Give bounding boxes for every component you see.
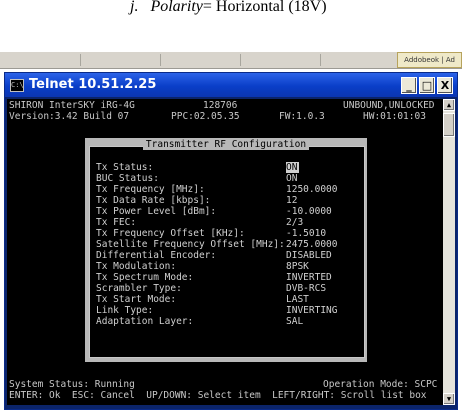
dialog-body: Tx Status: ON BUC Status: ON Tx Frequenc… <box>89 146 365 358</box>
field-label-buc-status: BUC Status: <box>96 173 159 184</box>
field-label-tx-frequency-offset: Tx Frequency Offset [KHz]: <box>96 228 245 239</box>
operation-mode: Operation Mode: SCPC <box>323 379 438 390</box>
field-value-satellite-frequency-offset[interactable]: 2475.0000 <box>286 239 337 250</box>
header-hw: HW:01:01:03 <box>363 111 426 122</box>
field-label-tx-data-rate: Tx Data Rate [kbps]: <box>96 195 211 206</box>
header-link-status: UNBOUND,UNLOCKED <box>343 100 435 111</box>
field-label-tx-fec: Tx FEC: <box>96 217 137 228</box>
header-version: Version:3.42 Build 07 <box>9 111 130 122</box>
background-segment <box>250 54 321 66</box>
header-fw: FW:1.0.3 <box>279 111 325 122</box>
background-window-strip <box>0 52 462 69</box>
caption-term: Polarity <box>150 0 203 15</box>
minimize-button[interactable]: _ <box>401 77 417 94</box>
field-value-tx-spectrum-mode[interactable]: INVERTED <box>286 272 332 283</box>
scroll-thumb[interactable] <box>443 113 455 137</box>
field-value-link-type[interactable]: INVERTING <box>286 305 337 316</box>
header-serial: 128706 <box>203 100 238 111</box>
system-status: System Status: Running <box>9 379 135 390</box>
field-value-tx-data-rate[interactable]: 12 <box>286 195 297 206</box>
background-segment <box>170 54 241 66</box>
field-label-satellite-frequency-offset: Satellite Frequency Offset [MHz]: <box>96 239 285 250</box>
window-title: Telnet 10.51.2.25 <box>29 77 157 92</box>
field-value-tx-frequency[interactable]: 1250.0000 <box>286 184 337 195</box>
field-value-tx-fec[interactable]: 2/3 <box>286 217 303 228</box>
document-caption: j. Polarity= Horizontal (18V) <box>130 0 327 15</box>
field-label-tx-modulation: Tx Modulation: <box>96 261 177 272</box>
field-value-adaptation-layer[interactable]: SAL <box>286 316 303 327</box>
caption-rest: = Horizontal (18V) <box>202 0 327 15</box>
field-value-tx-status[interactable]: ON <box>286 162 300 173</box>
field-label-tx-power-level: Tx Power Level [dBm]: <box>96 206 217 217</box>
field-value-tx-start-mode[interactable]: LAST <box>286 294 309 305</box>
close-button[interactable]: X <box>437 77 453 94</box>
scroll-up-icon[interactable]: ▲ <box>443 99 455 111</box>
field-value-differential-encoder[interactable]: DISABLED <box>286 250 332 261</box>
window-titlebar[interactable]: C:\ Telnet 10.51.2.25 _ □ X <box>5 73 457 97</box>
field-label-link-type: Link Type: <box>96 305 154 316</box>
header-product: SHIRON InterSKY iRG-4G <box>9 100 135 111</box>
scroll-down-icon[interactable]: ▼ <box>443 393 455 405</box>
field-label-scrambler-type: Scrambler Type: <box>96 283 182 294</box>
field-value-tx-modulation[interactable]: 8PSK <box>286 261 309 272</box>
console-area[interactable]: SHIRON InterSKY iRG-4G 128706 UNBOUND,UN… <box>7 99 443 405</box>
caption-index: j. <box>130 0 139 15</box>
dialog-title-text: Transmitter RF Configuration <box>142 139 310 150</box>
field-label-differential-encoder: Differential Encoder: <box>96 250 217 261</box>
field-label-adaptation-layer: Adaptation Layer: <box>96 316 194 327</box>
background-segment <box>40 54 81 66</box>
field-value-tx-power-level[interactable]: -10.0000 <box>286 206 332 217</box>
field-label-tx-spectrum-mode: Tx Spectrum Mode: <box>96 272 194 283</box>
field-value-scrambler-type[interactable]: DVB-RCS <box>286 283 326 294</box>
dialog-title: Transmitter RF Configuration <box>85 139 367 150</box>
field-label-tx-frequency: Tx Frequency [MHz]: <box>96 184 205 195</box>
field-value-buc-status[interactable]: ON <box>286 173 297 184</box>
header-ppc: PPC:02.05.35 <box>171 111 240 122</box>
vertical-scrollbar[interactable]: ▲ ▼ <box>443 99 455 405</box>
transmitter-rf-dialog: Transmitter RF Configuration Tx Status: … <box>85 138 367 362</box>
cmd-icon[interactable]: C:\ <box>10 79 24 92</box>
maximize-button[interactable]: □ <box>419 77 435 94</box>
background-segment <box>90 54 161 66</box>
field-value-tx-frequency-offset[interactable]: -1.5010 <box>286 228 326 239</box>
field-label-tx-status: Tx Status: <box>96 162 154 173</box>
key-help: ENTER: Ok ESC: Cancel UP/DOWN: Select it… <box>9 390 427 401</box>
background-tab[interactable]: Addobeok | Ad <box>397 52 462 68</box>
field-label-tx-start-mode: Tx Start Mode: <box>96 294 177 305</box>
telnet-window: C:\ Telnet 10.51.2.25 _ □ X SHIRON Inter… <box>4 72 458 410</box>
